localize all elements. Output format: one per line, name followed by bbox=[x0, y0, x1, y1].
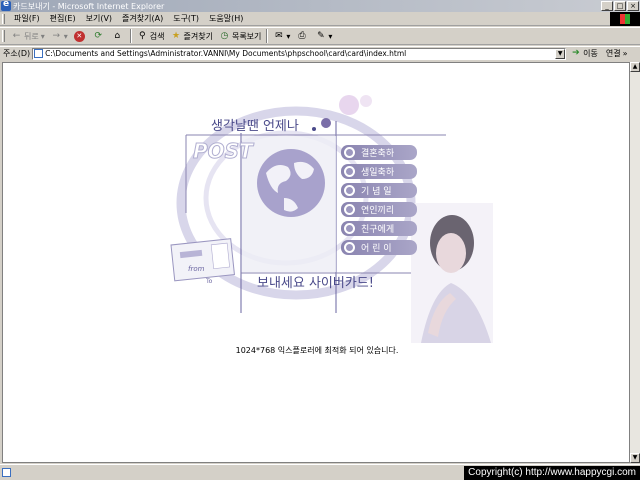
card-tagline: 보내세요 사이버카드! bbox=[257, 276, 374, 291]
windows-logo-icon bbox=[610, 12, 640, 26]
address-dropdown-icon[interactable]: ▼ bbox=[555, 48, 566, 59]
category-label: 생일축하 bbox=[361, 168, 395, 178]
copyright-banner: Copyright(c) http://www.happycgi.com bbox=[464, 466, 640, 480]
category-friends-button[interactable]: 친구에게 bbox=[341, 221, 417, 236]
category-label: 결혼축하 bbox=[361, 149, 395, 159]
home-icon: ⌂ bbox=[114, 30, 121, 41]
go-arrow-icon: ➔ bbox=[572, 48, 580, 58]
stop-button[interactable]: ✕ bbox=[71, 30, 90, 42]
history-label: 목록보기 bbox=[231, 31, 262, 41]
ring-bullet-icon bbox=[344, 185, 355, 196]
menu-file[interactable]: 파일(F) bbox=[9, 13, 45, 24]
address-bar: 주소(D) C:\Documents and Settings\Administ… bbox=[0, 46, 640, 60]
ring-bullet-icon bbox=[344, 204, 355, 215]
back-label: 뒤로 bbox=[24, 31, 39, 41]
menu-favorites[interactable]: 즐겨찾기(A) bbox=[117, 13, 168, 24]
menu-tools[interactable]: 도구(T) bbox=[168, 13, 204, 24]
scroll-up-icon[interactable]: ▲ bbox=[630, 62, 640, 72]
page-icon bbox=[34, 49, 44, 58]
category-label: 어 린 이 bbox=[361, 244, 392, 254]
page-content: from To 생각날땐 언제나 POST 결혼축하 생일축하 기 념 일 연인… bbox=[2, 62, 630, 463]
back-button[interactable]: ← 뒤로 ▾ bbox=[8, 31, 48, 42]
search-icon: ⚲ bbox=[138, 30, 146, 41]
category-anniversary-button[interactable]: 기 념 일 bbox=[341, 183, 417, 198]
toolbar-separator bbox=[129, 29, 132, 43]
menu-view[interactable]: 보기(V) bbox=[81, 13, 117, 24]
back-arrow-icon: ← bbox=[12, 30, 21, 41]
category-label: 친구에게 bbox=[361, 225, 395, 235]
links-label: 연결 bbox=[605, 49, 621, 58]
ring-bullet-icon bbox=[344, 223, 355, 234]
mail-icon: ✉ bbox=[275, 30, 283, 41]
category-menu: 결혼축하 생일축하 기 념 일 연인끼리 친구에게 어 린 이 bbox=[341, 145, 419, 259]
address-input[interactable]: C:\Documents and Settings\Administrator.… bbox=[32, 47, 567, 60]
go-label: 이동 bbox=[583, 49, 598, 58]
edit-button[interactable]: ✎ ▾ bbox=[312, 31, 335, 42]
card-headline: 생각날땐 언제나 bbox=[211, 119, 299, 134]
menu-help[interactable]: 도움말(H) bbox=[204, 13, 248, 24]
history-icon: ◷ bbox=[220, 30, 229, 41]
favorites-label: 즐겨찾기 bbox=[183, 31, 213, 41]
go-button[interactable]: ➔ 이동 bbox=[572, 48, 598, 59]
links-button[interactable]: 연결» bbox=[606, 48, 628, 59]
print-button[interactable]: ⎙ bbox=[293, 31, 312, 42]
ie-icon bbox=[1, 0, 11, 11]
ring-bullet-icon bbox=[344, 166, 355, 177]
history-button[interactable]: ◷ 목록보기 bbox=[216, 31, 264, 42]
bubble-dot bbox=[321, 118, 331, 128]
close-button[interactable]: × bbox=[627, 1, 639, 11]
menu-bar: 파일(F) 편집(E) 보기(V) 즐겨찾기(A) 도구(T) 도움말(H) bbox=[0, 12, 640, 26]
favorites-button[interactable]: ★ 즐겨찾기 bbox=[168, 31, 216, 42]
minimize-button[interactable]: _ bbox=[601, 1, 613, 11]
edit-icon: ✎ bbox=[317, 30, 325, 41]
category-label: 기 념 일 bbox=[361, 187, 392, 197]
toolbar: ← 뒤로 ▾ → ▾ ✕ ⟳ ⌂ ⚲ 검색 ★ 즐겨찾기 ◷ 목록보기 ✉ ▾ ⎙… bbox=[0, 27, 640, 45]
address-label: 주소(D) bbox=[3, 49, 31, 58]
bubble-dot bbox=[312, 127, 316, 131]
ring-bullet-icon bbox=[344, 242, 355, 253]
title-bar[interactable]: 카드보내기 - Microsoft Internet Explorer _ □ … bbox=[0, 0, 640, 12]
envelope-to-text: To bbox=[205, 278, 213, 285]
status-page-icon bbox=[2, 468, 11, 477]
scroll-down-icon[interactable]: ▼ bbox=[630, 453, 640, 463]
home-button[interactable]: ⌂ bbox=[109, 31, 128, 42]
stop-icon: ✕ bbox=[73, 30, 85, 42]
post-logo-text: POST bbox=[193, 139, 254, 164]
maximize-button[interactable]: □ bbox=[614, 1, 626, 11]
resolution-notice: 1024*768 익스플로러에 최적화 되어 있습니다. bbox=[235, 346, 399, 355]
bubble bbox=[360, 95, 372, 107]
ring-bullet-icon bbox=[344, 147, 355, 158]
search-button[interactable]: ⚲ 검색 bbox=[134, 31, 168, 42]
envelope-from-text: from bbox=[188, 265, 205, 273]
category-wedding-button[interactable]: 결혼축하 bbox=[341, 145, 417, 160]
envelope-icon bbox=[170, 238, 235, 282]
category-birthday-button[interactable]: 생일축하 bbox=[341, 164, 417, 179]
toolbar-separator bbox=[266, 29, 269, 43]
mail-button[interactable]: ✉ ▾ bbox=[270, 31, 293, 42]
portrait-face bbox=[436, 233, 466, 273]
forward-button[interactable]: → ▾ bbox=[48, 31, 71, 42]
vertical-scrollbar[interactable]: ▲ ▼ bbox=[630, 62, 640, 463]
print-icon: ⎙ bbox=[298, 30, 306, 41]
refresh-icon: ⟳ bbox=[94, 30, 103, 41]
bubble bbox=[339, 95, 359, 115]
refresh-button[interactable]: ⟳ bbox=[90, 31, 109, 42]
category-label: 연인끼리 bbox=[361, 206, 395, 216]
category-lovers-button[interactable]: 연인끼리 bbox=[341, 202, 417, 217]
menubar-grip[interactable] bbox=[2, 13, 5, 24]
search-label: 검색 bbox=[149, 31, 165, 41]
toolbar-grip[interactable] bbox=[2, 30, 5, 42]
forward-arrow-icon: → bbox=[52, 30, 61, 41]
address-url: C:\Documents and Settings\Administrator.… bbox=[45, 49, 407, 58]
status-bar: Copyright(c) http://www.happycgi.com bbox=[0, 464, 640, 480]
menu-edit[interactable]: 편집(E) bbox=[45, 13, 81, 24]
window-title: 카드보내기 - Microsoft Internet Explorer bbox=[13, 1, 165, 11]
category-children-button[interactable]: 어 린 이 bbox=[341, 240, 417, 255]
favorites-icon: ★ bbox=[171, 30, 181, 41]
